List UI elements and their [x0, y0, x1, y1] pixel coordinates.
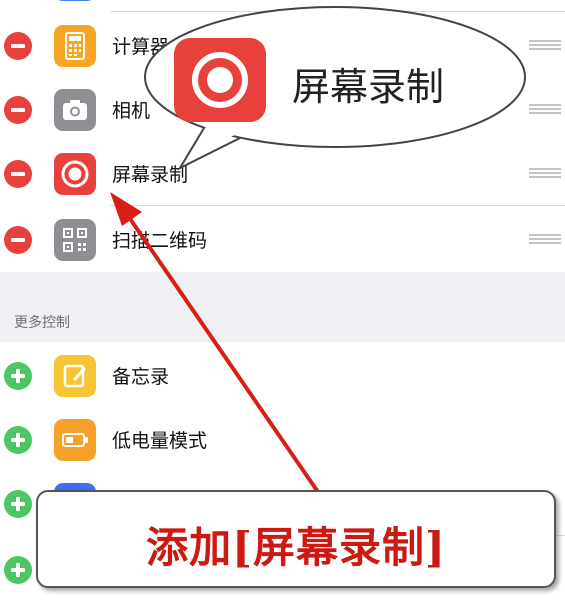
- callout-text: 添加[屏幕录制]: [146, 523, 446, 572]
- camera-icon: [54, 89, 96, 131]
- remove-button[interactable]: [4, 32, 32, 60]
- calculator-icon: [54, 25, 96, 67]
- reorder-handle[interactable]: [529, 168, 561, 178]
- control-row-qr-scan[interactable]: 扫描二维码: [0, 206, 565, 272]
- bubble-label: 屏幕录制: [292, 65, 445, 109]
- control-label: 扫描二维码: [112, 230, 208, 252]
- add-button[interactable]: [4, 362, 32, 390]
- notes-icon: [54, 355, 96, 397]
- control-label: 低电量模式: [112, 430, 208, 452]
- reorder-handle[interactable]: [529, 104, 561, 114]
- screen-record-icon: [174, 38, 266, 122]
- control-row-notes[interactable]: 备忘录: [0, 342, 565, 408]
- more-controls-header: 更多控制: [14, 315, 70, 331]
- add-button[interactable]: [4, 556, 32, 584]
- remove-button[interactable]: [4, 160, 32, 188]
- instruction-callout: 添加[屏幕录制]: [36, 490, 556, 588]
- remove-button[interactable]: [4, 96, 32, 124]
- add-button[interactable]: [4, 426, 32, 454]
- add-button[interactable]: [4, 490, 32, 518]
- control-label: 备忘录: [112, 366, 170, 388]
- control-row-low-power[interactable]: 低电量模式: [0, 406, 565, 472]
- remove-button[interactable]: [4, 226, 32, 254]
- screen-record-icon: [54, 153, 96, 195]
- battery-icon: [54, 419, 96, 461]
- reorder-handle[interactable]: [529, 234, 561, 244]
- reorder-handle[interactable]: [529, 40, 561, 50]
- app-icon: [54, 0, 96, 1]
- qr-code-icon: [54, 219, 96, 261]
- magnified-bubble: 屏幕录制: [140, 0, 530, 171]
- section-header: 更多控制: [0, 272, 565, 342]
